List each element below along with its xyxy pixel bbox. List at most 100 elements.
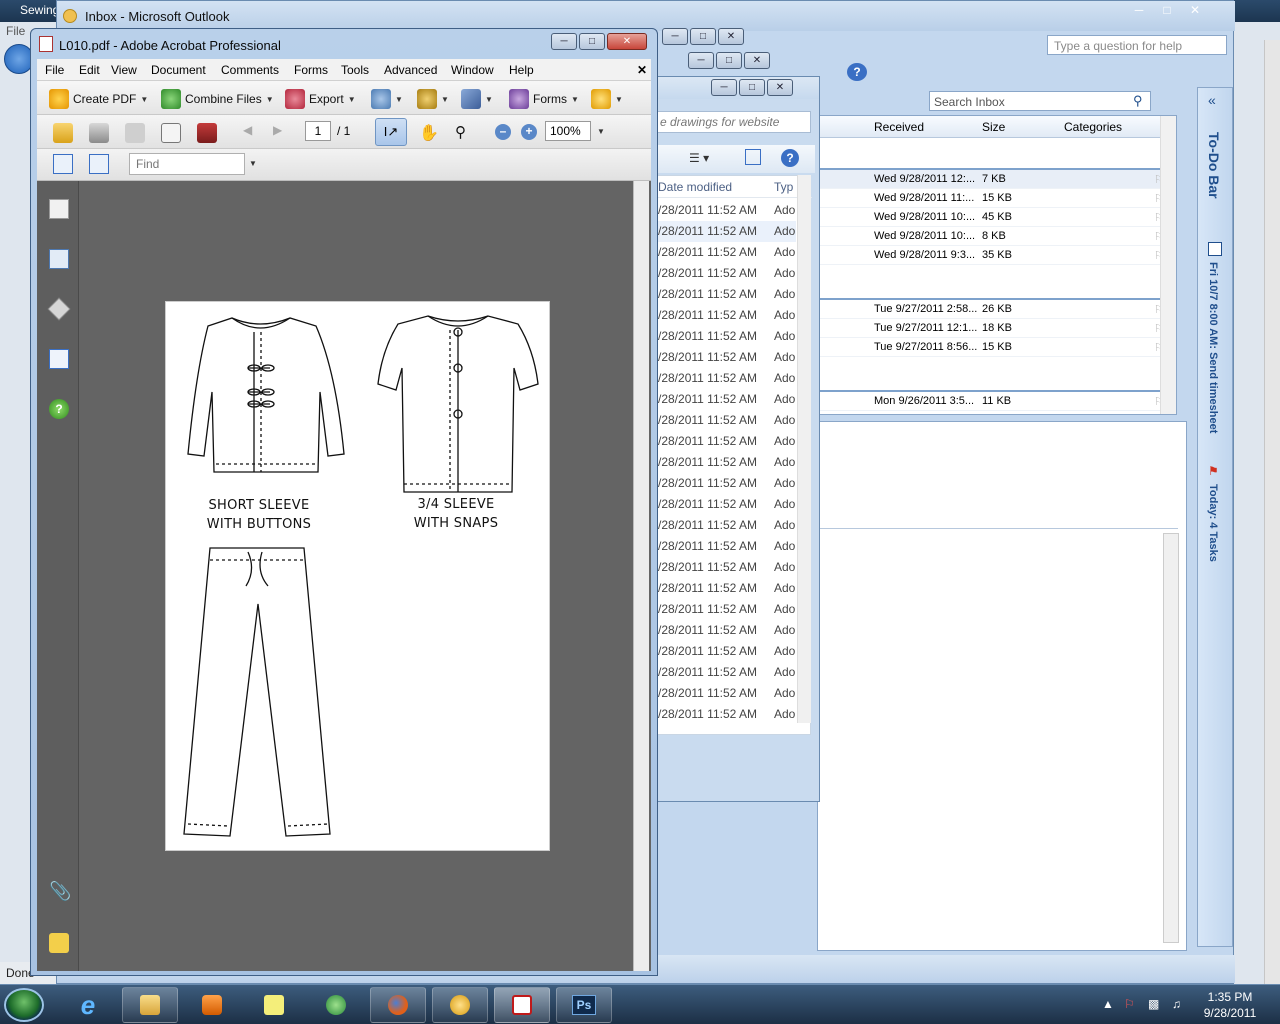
col-size[interactable]: Size [982, 120, 1005, 134]
outlook-minimize-button[interactable]: ─ [1126, 3, 1152, 20]
file-row[interactable]: /28/2011 11:52 AM Ado [656, 494, 796, 515]
explorer-minimize-button[interactable]: ─ [711, 79, 737, 96]
photoshop-taskbar-icon[interactable]: Ps [556, 987, 612, 1023]
file-row[interactable]: /28/2011 11:52 AM Ado [656, 326, 796, 347]
combine-files-button[interactable]: Combine Files ▼ [161, 89, 274, 109]
ie-taskbar-icon[interactable]: e [60, 987, 116, 1023]
outlook-close-button[interactable]: ✕ [1182, 3, 1208, 20]
save-button[interactable] [125, 123, 145, 143]
help-icon[interactable]: ? [781, 149, 799, 167]
col-categories[interactable]: Categories [1064, 120, 1122, 134]
print-button[interactable] [89, 123, 109, 143]
help-icon[interactable]: ? [847, 63, 867, 81]
minimize-button[interactable]: ─ [688, 52, 714, 69]
todo-tasks[interactable]: Today: 4 Tasks [1207, 484, 1219, 562]
hand-tool-button[interactable]: ✋ [419, 123, 439, 143]
menu-tools[interactable]: Tools [341, 63, 369, 77]
help-search-input[interactable]: Type a question for help [1047, 35, 1227, 55]
file-row[interactable]: /28/2011 11:52 AM Ado [656, 431, 796, 452]
file-row[interactable]: /28/2011 11:52 AM Ado [656, 683, 796, 704]
message-row[interactable]: Wed 9/28/2011 11:... 15 KB ⚐ [818, 189, 1168, 208]
comment-button[interactable]: ▼ [591, 89, 623, 109]
menu-edit[interactable]: Edit [79, 63, 100, 77]
message-row[interactable]: Wed 9/28/2011 12:... 7 KB ⚐ [818, 170, 1168, 189]
explorer-maximize-button[interactable]: □ [739, 79, 765, 96]
previous-page-button[interactable]: ◀ [243, 123, 252, 137]
page-number-input[interactable]: 1 [305, 121, 331, 141]
action-center-icon[interactable]: ⚐ [1124, 997, 1135, 1011]
file-row[interactable]: /28/2011 11:52 AM Ado [656, 473, 796, 494]
forms-button[interactable]: Forms ▼ [509, 89, 579, 109]
menu-window[interactable]: Window [451, 63, 494, 77]
message-row[interactable]: Wed 9/28/2011 10:... 45 KB ⚐ [818, 208, 1168, 227]
menu-comments[interactable]: Comments [221, 63, 279, 77]
file-row[interactable]: /28/2011 11:52 AM Ado [656, 389, 796, 410]
menu-advanced[interactable]: Advanced [384, 63, 437, 77]
file-row[interactable]: /28/2011 11:52 AM Ado [656, 410, 796, 431]
close-button[interactable]: ✕ [744, 52, 770, 69]
col-type[interactable]: Typ [774, 180, 793, 194]
pages-icon[interactable] [49, 199, 69, 219]
todo-appointment[interactable]: Fri 10/7 8:00 AM: Send timesheet [1207, 262, 1219, 433]
file-row[interactable]: /28/2011 11:52 AM Ado [656, 557, 796, 578]
create-pdf-button[interactable]: Create PDF ▼ [49, 89, 148, 109]
menu-document[interactable]: Document [151, 63, 206, 77]
fit-width-icon[interactable] [53, 154, 73, 174]
find-dropdown-icon[interactable]: ▼ [249, 159, 257, 168]
close-button[interactable]: ✕ [718, 28, 744, 45]
zoom-out-button[interactable]: – [495, 124, 511, 140]
message-row[interactable]: Tue 9/27/2011 12:1... 18 KB ⚐ [818, 319, 1168, 338]
firefox-scrollbar[interactable] [1264, 40, 1280, 984]
file-row[interactable]: /28/2011 11:52 AM Ado [656, 263, 796, 284]
file-row[interactable]: /28/2011 11:52 AM Ado [656, 620, 796, 641]
file-row[interactable]: /28/2011 11:52 AM Ado [656, 368, 796, 389]
firefox-taskbar-icon[interactable] [370, 987, 426, 1023]
file-row[interactable]: /28/2011 11:52 AM Ado [656, 641, 796, 662]
signatures-icon[interactable] [49, 349, 69, 369]
maximize-button[interactable]: □ [690, 28, 716, 45]
secure-button[interactable]: ▼ [417, 89, 449, 109]
network-icon[interactable]: ▩ [1148, 997, 1159, 1011]
file-row[interactable]: /28/2011 11:52 AM Ado [656, 221, 796, 242]
zoom-tool-button[interactable]: ⚲ [455, 123, 466, 141]
zoom-in-button[interactable]: + [521, 124, 537, 140]
sign-button[interactable]: ▼ [461, 89, 493, 109]
file-row[interactable]: /28/2011 11:52 AM Ado [656, 515, 796, 536]
reading-pane-scrollbar[interactable] [1163, 533, 1179, 943]
file-row[interactable]: /28/2011 11:52 AM Ado [656, 452, 796, 473]
fit-page-icon[interactable] [89, 154, 109, 174]
layers-icon[interactable] [47, 297, 71, 321]
acrobat-taskbar-icon[interactable] [494, 987, 550, 1023]
file-row[interactable]: /28/2011 11:52 AM Ado [656, 284, 796, 305]
menu-help[interactable]: Help [509, 63, 534, 77]
organizer-button[interactable] [197, 123, 217, 143]
col-date-modified[interactable]: Date modified [658, 180, 732, 194]
search-icon[interactable]: ⚲ [1133, 93, 1143, 109]
preview-pane-icon[interactable] [745, 149, 761, 165]
menu-view[interactable]: View [111, 63, 137, 77]
file-row[interactable]: /28/2011 11:52 AM Ado [656, 662, 796, 683]
zoom-input[interactable]: 100% [545, 121, 591, 141]
message-row[interactable]: Wed 9/28/2011 9:3... 35 KB ⚐ [818, 246, 1168, 265]
maximize-button[interactable]: □ [716, 52, 742, 69]
message-row[interactable]: Mon 9/26/2011 3:5... 11 KB ⚐ [818, 392, 1168, 411]
export-button[interactable]: Export ▼ [285, 89, 356, 109]
explorer-search-input[interactable]: e drawings for website [655, 111, 811, 133]
sticky-notes-taskbar-icon[interactable] [246, 987, 302, 1023]
minimize-button[interactable]: ─ [662, 28, 688, 45]
menu-forms[interactable]: Forms [294, 63, 328, 77]
file-row[interactable]: /28/2011 11:52 AM Ado [656, 704, 796, 725]
menu-file[interactable]: File [45, 63, 64, 77]
outlook-title-bar[interactable]: Inbox - Microsoft Outlook [57, 1, 1235, 31]
col-received[interactable]: Received [874, 120, 924, 134]
file-row[interactable]: /28/2011 11:52 AM Ado [656, 347, 796, 368]
acrobat-minimize-button[interactable]: ─ [551, 33, 577, 50]
acrobat-close-button[interactable]: ✕ [607, 33, 647, 50]
file-row[interactable]: /28/2011 11:52 AM Ado [656, 599, 796, 620]
acrobat-maximize-button[interactable]: □ [579, 33, 605, 50]
next-page-button[interactable]: ▶ [273, 123, 282, 137]
message-row[interactable]: Wed 9/28/2011 10:... 8 KB ⚐ [818, 227, 1168, 246]
explorer-close-button[interactable]: ✕ [767, 79, 793, 96]
message-row[interactable]: Tue 9/27/2011 8:56... 15 KB ⚐ [818, 338, 1168, 357]
comments-icon[interactable] [49, 933, 69, 953]
